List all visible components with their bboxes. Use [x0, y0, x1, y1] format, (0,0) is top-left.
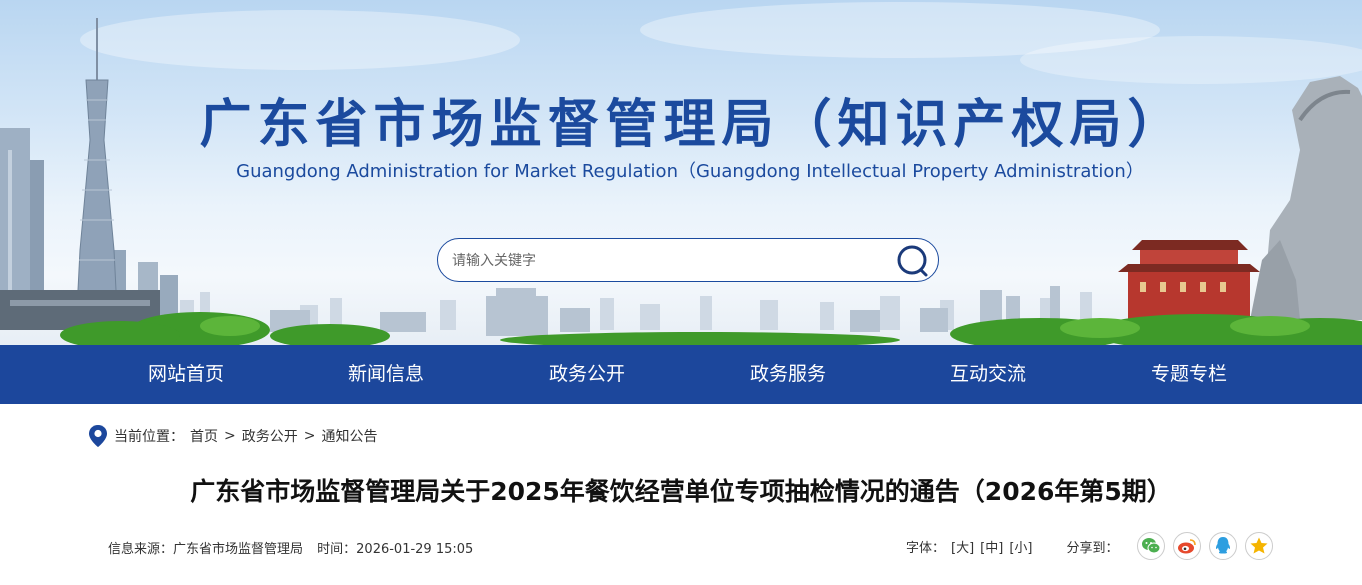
wechat-icon [1141, 538, 1160, 554]
article-meta: 信息来源：广东省市场监督管理局 时间：2026-01-29 15:05 [108, 538, 483, 557]
header-banner: 广东省市场监督管理局（知识产权局） Guangdong Administrati… [0, 0, 1362, 345]
nav-item-home[interactable]: 网站首页 [148, 345, 224, 404]
breadcrumb-notices[interactable]: 通知公告 [321, 426, 377, 446]
share-wechat-button[interactable] [1136, 532, 1165, 560]
font-medium-button[interactable]: [中] [980, 537, 1003, 556]
article-time: 时间：2026-01-29 15:05 [317, 542, 474, 557]
site-title: 广东省市场监督管理局（知识产权局） [199, 95, 1186, 155]
weibo-icon [1177, 539, 1196, 554]
breadcrumb-label: 当前位置： [114, 429, 184, 445]
article-tools: 字体： [大] [中] [小] 分享到： [906, 531, 1273, 561]
main-nav: 网站首页 新闻信息 政务公开 政务服务 互动交流 专题专栏 [0, 345, 1362, 404]
qzone-icon [1250, 537, 1267, 554]
qq-icon [1215, 537, 1230, 554]
nav-item-interaction[interactable]: 互动交流 [950, 345, 1026, 404]
nav-item-services[interactable]: 政务服务 [750, 345, 826, 404]
share-label: 分享到： [1066, 540, 1119, 556]
breadcrumb-separator: > [303, 428, 316, 444]
nav-item-news[interactable]: 新闻信息 [348, 345, 424, 404]
share-qzone-button[interactable] [1244, 532, 1273, 560]
location-pin-icon [89, 425, 107, 447]
article-source: 信息来源：广东省市场监督管理局 [108, 542, 304, 557]
share-qq-button[interactable] [1208, 532, 1237, 560]
search-bar [437, 238, 939, 282]
search-button[interactable] [896, 244, 930, 278]
breadcrumb-separator: > [224, 428, 236, 444]
share-weibo-button[interactable] [1172, 532, 1201, 560]
breadcrumb-home[interactable]: 首页 [190, 426, 218, 446]
font-small-button[interactable]: [小] [1009, 537, 1032, 556]
font-large-button[interactable]: [大] [951, 537, 974, 556]
nav-item-government-affairs[interactable]: 政务公开 [549, 345, 625, 404]
search-icon [897, 245, 928, 277]
breadcrumb: 当前位置： 首页 > 政务公开 > 通知公告 [88, 424, 377, 448]
search-input[interactable] [452, 249, 882, 273]
font-size-label: 字体： [906, 540, 946, 556]
site-subtitle: Guangdong Administration for Market Regu… [236, 161, 1144, 182]
breadcrumb-government-affairs[interactable]: 政务公开 [242, 426, 298, 446]
article-title: 广东省市场监督管理局关于2025年餐饮经营单位专项抽检情况的通告（2026年第5… [190, 477, 1172, 506]
nav-item-topics[interactable]: 专题专栏 [1151, 345, 1227, 404]
